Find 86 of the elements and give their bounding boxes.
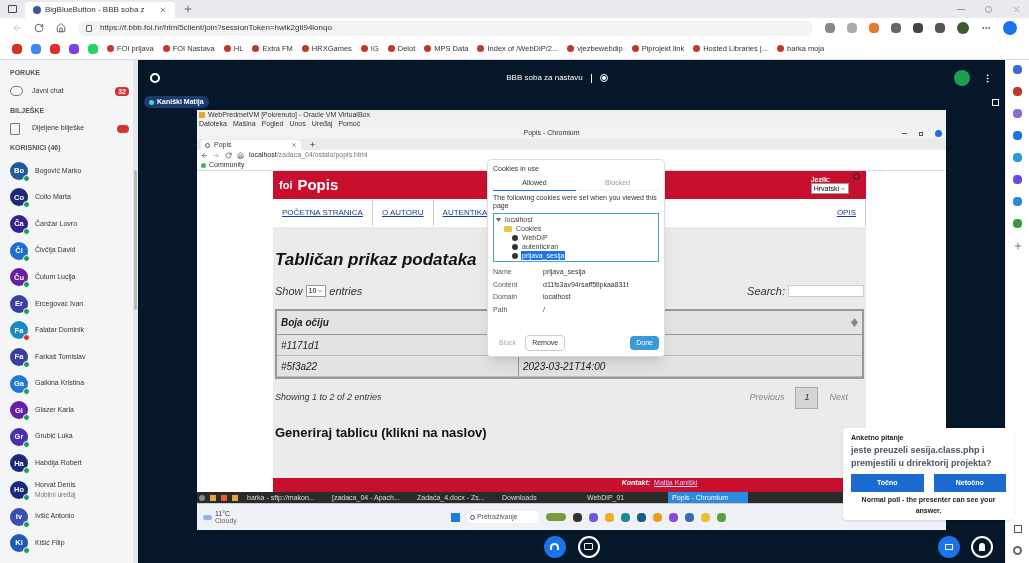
virtualbox-icon xyxy=(199,111,205,118)
column-header[interactable]: Boja očiju xyxy=(281,315,329,330)
bookmark-icon xyxy=(477,45,485,52)
folder-icon xyxy=(504,225,512,232)
page-title: Popis xyxy=(297,174,339,195)
sidebar-app-icon[interactable] xyxy=(1013,65,1022,74)
bookmark-icon xyxy=(424,45,432,52)
bookmark-icon[interactable] xyxy=(69,43,79,54)
launcher-icon[interactable] xyxy=(199,494,205,501)
home-icon[interactable] xyxy=(237,152,244,159)
tab-actions-icon[interactable] xyxy=(8,5,17,13)
sidebar-app-icon[interactable] xyxy=(1013,109,1022,118)
section-heading[interactable]: Generiraj tablicu (klikni na naslov) xyxy=(275,422,487,442)
new-tab-icon[interactable] xyxy=(183,4,193,14)
speaker-icon xyxy=(149,99,154,105)
windows-start-icon[interactable] xyxy=(450,512,460,522)
nav-link[interactable]: OPIS xyxy=(827,200,866,226)
meeting-title: BBB soba za nastavu xyxy=(506,72,583,84)
sidebar-app-icon[interactable] xyxy=(1013,131,1022,140)
widgets-icon[interactable] xyxy=(545,513,566,521)
logo-text: foi xyxy=(279,177,293,193)
close-icon[interactable] xyxy=(291,142,297,148)
bookmark-icon xyxy=(223,45,231,52)
search-label: Search: xyxy=(747,283,785,299)
bookmark-icon[interactable] xyxy=(31,43,41,54)
panel-icon[interactable] xyxy=(1013,525,1022,533)
table-info: Showing 1 to 2 of 2 entries xyxy=(275,391,382,404)
bookmark-icon xyxy=(107,45,114,52)
sidebar-app-icon[interactable] xyxy=(1013,219,1022,228)
table-cell-text: 2023-03-21T14:00 xyxy=(522,359,607,374)
bookmark-icon xyxy=(567,45,575,52)
bookmark-icon[interactable] xyxy=(12,43,22,54)
add-icon[interactable] xyxy=(1012,241,1023,251)
reload-icon[interactable] xyxy=(34,23,44,33)
sidebar-app-icon[interactable] xyxy=(1013,153,1022,162)
bookmark-icon xyxy=(387,45,395,52)
bookmark-icon[interactable] xyxy=(50,43,60,54)
sidebar-app-icon[interactable] xyxy=(1013,197,1022,206)
entries-label: entries xyxy=(329,283,363,299)
document-icon xyxy=(10,122,20,135)
cloud-icon xyxy=(203,514,212,520)
sidebar-app-icon[interactable] xyxy=(1013,175,1022,184)
scrollbar-thumb[interactable] xyxy=(134,170,137,310)
chevron-down-icon xyxy=(317,287,324,294)
bookmark-icon xyxy=(777,45,785,52)
bookmark-icon xyxy=(301,45,309,52)
show-label: Show xyxy=(275,283,303,299)
avatar-icon[interactable] xyxy=(935,130,942,137)
pagination-button[interactable]: 1 xyxy=(795,387,819,409)
screen-share-button[interactable] xyxy=(577,535,600,558)
bookmark-icon xyxy=(693,45,701,52)
address-bar[interactable]: https://f.bbb.foi.hr/html5client/join?sessionToken=hwik2gti94ionqo xyxy=(78,20,813,36)
url-text: https://f.bbb.foi.hr/html5client/join?sessionToken=hwik2gti94ionqo xyxy=(100,22,332,34)
bookmark-icon xyxy=(360,45,368,52)
nav-link[interactable]: POČETNA STRANICA xyxy=(273,200,373,226)
notes-badge xyxy=(117,124,129,133)
sidebar-app-icon[interactable] xyxy=(1013,87,1022,96)
browser-tab[interactable]: BigBlueButton - BBB soba z xyxy=(25,2,175,18)
new-tab-icon[interactable] xyxy=(309,141,316,148)
caret-icon[interactable] xyxy=(496,217,501,222)
presentation-button[interactable] xyxy=(938,535,960,558)
section-heading: Tabličan prikaz podataka xyxy=(275,249,477,271)
fullscreen-icon[interactable] xyxy=(992,98,999,106)
bookmark-icon xyxy=(162,45,170,52)
site-icon xyxy=(33,6,41,14)
minimize-icon[interactable] xyxy=(957,8,965,10)
bookmark-icon xyxy=(252,45,260,52)
close-icon[interactable] xyxy=(159,6,167,14)
restore-icon[interactable] xyxy=(919,131,923,136)
sort-icon[interactable] xyxy=(851,318,858,327)
folder-icon[interactable] xyxy=(232,494,238,501)
bookmark-icon xyxy=(201,163,206,168)
profile-avatar[interactable] xyxy=(957,22,969,34)
search-field[interactable] xyxy=(788,284,864,297)
poll-question: jeste preuzeli sesija.class.php i premjestili u drirektorij projekta? xyxy=(851,443,993,470)
bookmark-icon xyxy=(631,45,639,52)
tab-title: BigBlueButton - BBB soba z xyxy=(45,4,145,16)
chevron-down-icon xyxy=(840,185,846,192)
app-icon[interactable] xyxy=(221,494,227,501)
home-icon[interactable] xyxy=(56,23,66,33)
reload-icon[interactable] xyxy=(225,152,232,159)
headphones-button[interactable] xyxy=(543,535,566,558)
nav-link[interactable]: O AUTORU xyxy=(372,200,434,226)
folder-icon[interactable] xyxy=(210,494,216,501)
back-icon[interactable] xyxy=(201,152,208,159)
raise-hand-button[interactable] xyxy=(971,535,993,558)
